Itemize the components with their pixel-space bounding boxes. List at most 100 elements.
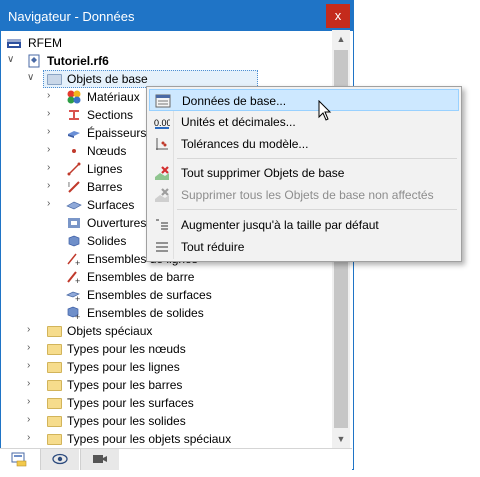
view-tab-icon xyxy=(52,453,68,465)
expand-chevron-icon[interactable]: › xyxy=(47,109,57,119)
model-file-icon xyxy=(28,54,40,68)
tree-item-label: Matériaux xyxy=(87,90,140,104)
menu-item-label: Supprimer tous les Objets de base non af… xyxy=(181,188,434,202)
delete-unassigned-icon xyxy=(155,188,169,202)
tree-item-label: Sections xyxy=(87,108,134,122)
menu-item-tolerances[interactable]: Tolérances du modèle... xyxy=(149,133,459,155)
menu-item-label: Unités et décimales... xyxy=(181,115,296,129)
close-button[interactable]: x xyxy=(326,4,350,28)
expand-chevron-icon[interactable]: › xyxy=(47,199,57,209)
thickness-icon xyxy=(68,131,80,138)
member-sets-icon: + xyxy=(67,271,80,285)
folder-icon xyxy=(47,377,63,393)
openings-icon xyxy=(68,218,80,228)
expand-chevron-icon[interactable]: › xyxy=(27,397,37,407)
menu-item-label: Tout supprimer Objets de base xyxy=(181,166,345,180)
collapse-icon xyxy=(156,242,168,252)
menu-separator xyxy=(177,209,457,210)
tree-item-label: Barres xyxy=(87,180,123,194)
tree-group-label: Objets de base xyxy=(67,72,148,86)
collapse-chevron-icon[interactable]: ∨ xyxy=(7,55,17,65)
tree-item-label: Ensembles de barre xyxy=(87,270,195,284)
mouse-cursor-icon xyxy=(318,100,332,121)
expand-icon xyxy=(156,219,168,230)
expand-chevron-icon[interactable]: › xyxy=(47,127,57,137)
folder-icon xyxy=(47,395,63,411)
units-decimals-icon: 0.00 xyxy=(154,118,170,129)
expand-chevron-icon[interactable]: › xyxy=(27,361,37,371)
menu-item-label: Données de base... xyxy=(182,94,287,108)
rfem-icon xyxy=(7,39,21,48)
tree-item-label: Ensembles de surfaces xyxy=(87,288,212,302)
solids-icon xyxy=(68,235,80,247)
basic-data-icon xyxy=(155,94,171,108)
surface-sets-icon: + xyxy=(66,291,80,303)
sections-icon xyxy=(69,110,79,120)
tree-root-label: RFEM xyxy=(28,36,62,50)
tree-item-label: Ouvertures xyxy=(87,216,147,230)
surfaces-icon xyxy=(66,201,82,210)
menu-item-unites[interactable]: 0.00 Unités et décimales... xyxy=(149,111,459,133)
svg-text:I: I xyxy=(68,182,70,189)
nodes-icon xyxy=(72,149,76,153)
scroll-down-icon[interactable]: ▼ xyxy=(332,430,350,448)
tree-item-label: Surfaces xyxy=(87,198,135,212)
svg-text:+: + xyxy=(75,312,80,321)
expand-chevron-icon[interactable]: › xyxy=(47,163,57,173)
expand-chevron-icon[interactable]: › xyxy=(27,379,37,389)
tree-folder-label: Types pour les solides xyxy=(67,414,186,428)
tree-folder-label: Objets spéciaux xyxy=(67,324,153,338)
menu-item-tout-reduire[interactable]: Tout réduire xyxy=(149,236,459,258)
folder-icon xyxy=(47,341,63,357)
view-tab[interactable] xyxy=(40,449,79,470)
tree-folder-label: Types pour les barres xyxy=(67,378,183,392)
folder-icon xyxy=(47,431,63,447)
navigator-tab-bar xyxy=(0,448,352,470)
svg-text:0.00: 0.00 xyxy=(154,118,170,128)
folder-icon xyxy=(47,359,63,375)
svg-text:+: + xyxy=(75,258,80,267)
delete-all-icon xyxy=(155,166,169,180)
tree-folder-label: Types pour les nœuds xyxy=(67,342,186,356)
menu-item-augmenter[interactable]: Augmenter jusqu'à la taille par défaut xyxy=(149,214,459,236)
window-title: Navigateur - Données xyxy=(8,9,135,24)
solid-sets-icon: + xyxy=(67,306,80,321)
menu-item-supprimer-non-affectes[interactable]: Supprimer tous les Objets de base non af… xyxy=(149,184,459,206)
tree-item-label: Épaisseurs xyxy=(87,126,147,140)
data-tab-icon xyxy=(11,452,27,467)
menu-item-label: Tout réduire xyxy=(181,240,245,254)
menu-item-tout-supprimer[interactable]: Tout supprimer Objets de base xyxy=(149,162,459,184)
svg-text:+: + xyxy=(75,276,80,285)
line-sets-icon: + xyxy=(67,253,80,267)
materials-icon xyxy=(67,90,81,104)
tolerances-icon xyxy=(156,138,168,150)
tree-item-label: Lignes xyxy=(87,162,123,176)
data-tab[interactable] xyxy=(0,449,38,470)
collapse-chevron-icon[interactable]: ∨ xyxy=(27,73,37,83)
tree-folder-label: Types pour les objets spéciaux xyxy=(67,432,232,446)
menu-separator xyxy=(177,158,457,159)
folder-icon xyxy=(47,323,63,339)
camera-tab-icon xyxy=(93,455,107,463)
menu-item-donnees-de-base[interactable]: Données de base... xyxy=(149,89,459,111)
scroll-up-icon[interactable]: ▲ xyxy=(332,30,350,48)
menu-item-label: Tolérances du modèle... xyxy=(181,137,309,151)
expand-chevron-icon[interactable]: › xyxy=(47,145,57,155)
menu-item-label: Augmenter jusqu'à la taille par défaut xyxy=(181,218,379,232)
expand-chevron-icon[interactable]: › xyxy=(27,415,37,425)
folder-icon xyxy=(47,413,63,429)
svg-text:+: + xyxy=(75,294,80,303)
title-bar: Navigateur - Données x xyxy=(1,1,353,31)
camera-tab[interactable] xyxy=(80,449,119,470)
tree-file-label: Tutoriel.rf6 xyxy=(47,54,109,68)
tree-item-label: Nœuds xyxy=(87,144,127,158)
expand-chevron-icon[interactable]: › xyxy=(27,433,37,443)
folder-icon xyxy=(47,71,63,87)
tree-item-label: Solides xyxy=(87,234,127,248)
members-icon: I xyxy=(68,181,80,193)
expand-chevron-icon[interactable]: › xyxy=(47,181,57,191)
expand-chevron-icon[interactable]: › xyxy=(47,91,57,101)
expand-chevron-icon[interactable]: › xyxy=(27,325,37,335)
expand-chevron-icon[interactable]: › xyxy=(27,343,37,353)
tree-folder-label: Types pour les lignes xyxy=(67,360,180,374)
